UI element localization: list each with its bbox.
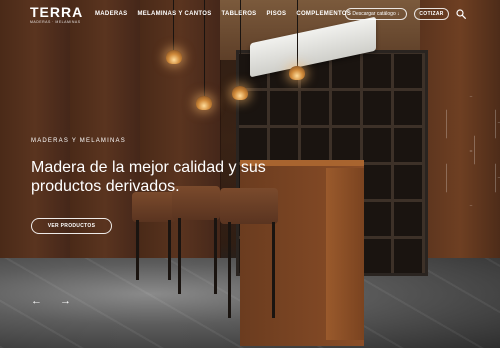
bar-counter-side xyxy=(326,168,364,340)
pendant-lamp-icon xyxy=(166,50,182,64)
site-header: TERRA MADERAS · MELAMINAS MADERAS MELAMI… xyxy=(0,0,500,28)
bar-stool xyxy=(132,192,176,222)
prev-arrow-icon[interactable]: ← xyxy=(31,296,42,307)
view-products-button[interactable]: VER PRODUCTOS xyxy=(31,218,112,234)
pendant-lamp-icon xyxy=(289,66,305,80)
hero-eyebrow: MADERAS Y MELAMINAS xyxy=(31,138,126,144)
main-nav: MADERAS MELAMINAS Y CANTOS TABLEROS PISO… xyxy=(95,11,361,17)
nav-item-pisos[interactable]: PISOS xyxy=(266,11,286,17)
search-icon[interactable] xyxy=(456,9,466,19)
nav-item-maderas[interactable]: MADERAS xyxy=(95,11,127,17)
logo-tagline: MADERAS · MELAMINAS xyxy=(30,20,81,24)
next-arrow-icon[interactable]: → xyxy=(60,296,71,307)
hero-section: TERRA MADERAS · MELAMINAS MADERAS MELAMI… xyxy=(0,0,500,348)
logo-wordmark: TERRA xyxy=(30,4,84,20)
nav-item-tableros[interactable]: TABLEROS xyxy=(222,11,257,17)
nav-item-complementos[interactable]: COMPLEMENTOS xyxy=(296,11,351,17)
quote-button[interactable]: COTIZAR xyxy=(414,8,449,20)
pendant-lamp-icon xyxy=(196,96,212,110)
terra-logo[interactable]: TERRA MADERAS · MELAMINAS xyxy=(30,5,83,24)
hero-title: Madera de la mejor calidad y sus product… xyxy=(31,159,266,195)
pendant-lamp-icon xyxy=(232,86,248,100)
download-catalog-button[interactable]: Descargar catálogo ↓ xyxy=(345,8,407,20)
nav-item-melaminas-y-cantos[interactable]: MELAMINAS Y CANTOS xyxy=(137,11,211,17)
